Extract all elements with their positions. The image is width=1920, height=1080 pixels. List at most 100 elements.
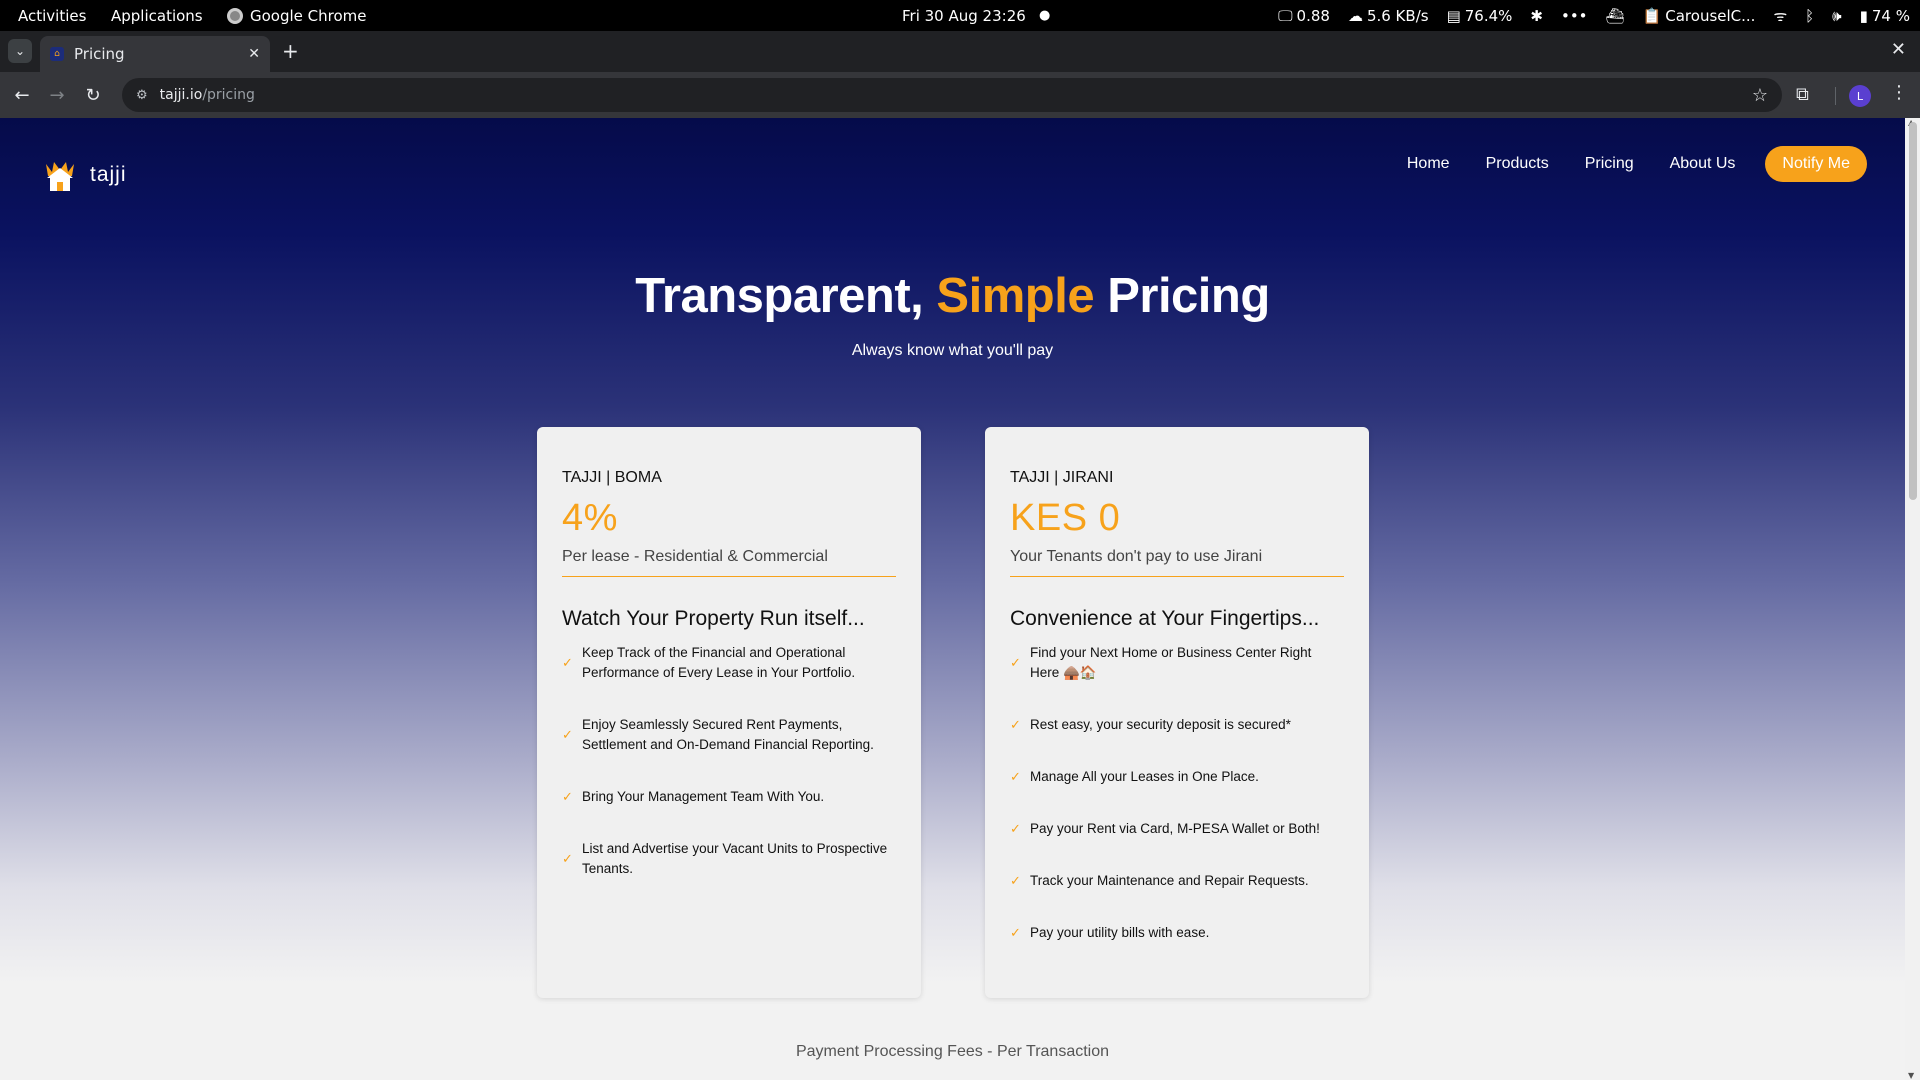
memory-value: 76.4% (1464, 6, 1513, 25)
url-host: tajji.io (159, 87, 203, 103)
feature-item: ✓ Rest easy, your security deposit is sec… (1010, 715, 1344, 735)
feature-text: Find your Next Home or Business Center R… (1030, 645, 1312, 680)
active-app-label: Google Chrome (250, 6, 367, 25)
network-speed-value: 5.6 KB/s (1366, 6, 1429, 25)
bookmark-star-icon[interactable]: ☆ (1752, 85, 1768, 106)
window-close-icon[interactable]: ✕ (1891, 39, 1906, 60)
site-navigation: Home Products Pricing About Us Notify Me (1407, 146, 1867, 182)
feature-item: ✓ Manage All your Leases in One Place. (1010, 767, 1344, 787)
url-path: /pricing (202, 87, 255, 103)
features-heading: Watch Your Property Run itself... (562, 607, 865, 630)
battery-indicator[interactable]: ▮ 74 % (1860, 7, 1910, 25)
site-favicon-icon: ⌂ (50, 47, 64, 61)
feature-text: Track your Maintenance and Repair Reques… (1030, 873, 1309, 888)
logo-text: tajji (90, 163, 127, 186)
page-viewport: tajji Home Products Pricing About Us Not… (0, 118, 1905, 1080)
browser-toolbar: ← → ↻ ⚙ tajji.io/pricing ☆ ⧉ L ⋮ (0, 72, 1920, 118)
clipboard-value: CarouselC... (1665, 6, 1756, 25)
feature-text: Keep Track of the Financial and Operatio… (582, 645, 856, 680)
memory-icon: ▤ (1446, 6, 1461, 25)
battery-icon: ▮ (1859, 6, 1868, 25)
feature-item: ✓ Keep Track of the Financial and Operati… (562, 643, 896, 683)
scroll-down-arrow-icon[interactable]: ▼ (1908, 1071, 1914, 1080)
browser-tab-pricing[interactable]: ⌂ Pricing ✕ (40, 36, 270, 72)
back-arrow-icon[interactable]: ← (9, 82, 35, 108)
checkmark-icon: ✓ (562, 655, 573, 670)
feature-item: ✓ Pay your Rent via Card, M-PESA Wallet o… (1010, 819, 1344, 839)
cpu-load-indicator[interactable]: 🖵 0.88 (1278, 7, 1330, 25)
clipboard-icon: 📋 (1642, 6, 1662, 25)
checkmark-icon: ✓ (1010, 769, 1021, 784)
checkmark-icon: ✓ (562, 727, 573, 742)
monitor-icon: 🖵 (1278, 6, 1293, 25)
extensions-puzzle-icon[interactable]: ⧉ (1796, 84, 1809, 105)
page-scrollbar[interactable]: ▲ ▼ (1905, 118, 1920, 1080)
applications-menu[interactable]: Applications (111, 0, 203, 31)
scrollbar-thumb[interactable] (1909, 122, 1917, 500)
feature-text: List and Advertise your Vacant Units to … (582, 841, 888, 876)
plan-name: TAJJI | BOMA (562, 469, 662, 486)
clock[interactable]: Fri 30 Aug 23:26 (902, 0, 1026, 31)
activities-button[interactable]: Activities (18, 0, 86, 31)
title-part-2: Pricing (1094, 269, 1270, 323)
plan-price-note: Your Tenants don't pay to use Jirani (1010, 548, 1344, 577)
active-app-indicator[interactable]: Google Chrome (227, 0, 367, 31)
chevron-down-icon: ⌄ (14, 44, 26, 58)
checkmark-icon: ✓ (1010, 717, 1021, 732)
bluetooth-icon[interactable]: ᛒ (1805, 7, 1814, 25)
wifi-icon[interactable]: ᯤ (1773, 6, 1787, 26)
feature-item: ✓ Pay your utility bills with ease. (1010, 923, 1344, 943)
memory-indicator[interactable]: ▤ 76.4% (1447, 7, 1513, 25)
notification-dot: ● (1039, 8, 1051, 23)
system-tray[interactable]: 🖵 0.88 ☁ 5.6 KB/s ▤ 76.4% ✱ ••• ⛴ 📋 Carousel… (1278, 0, 1910, 31)
feature-item: ✓ Enjoy Seamlessly Secured Rent Payments,… (562, 715, 896, 755)
feature-text: Bring Your Management Team With You. (582, 789, 825, 804)
clipboard-indicator[interactable]: 📋 CarouselC... (1643, 7, 1756, 25)
feature-list: ✓ Find your Next Home or Business Center … (1010, 643, 1344, 943)
feature-item: ✓ Find your Next Home or Business Center … (1010, 643, 1344, 683)
checkmark-icon: ✓ (1010, 873, 1021, 888)
plan-name: TAJJI | JIRANI (1010, 469, 1114, 486)
profile-avatar[interactable]: L (1849, 85, 1871, 107)
plan-price: 4% (562, 497, 618, 539)
feature-item: ✓ List and Advertise your Vacant Units to… (562, 839, 896, 879)
title-accent: Simple (936, 269, 1095, 323)
nav-link-about-us[interactable]: About Us (1670, 155, 1736, 173)
plan-price: KES 0 (1010, 497, 1121, 539)
site-logo[interactable]: tajji (44, 158, 127, 192)
page-title: Transparent, Simple Pricing (0, 268, 1905, 324)
system-top-bar: Activities Applications Google Chrome Fr… (0, 0, 1920, 31)
pricing-card-boma: TAJJI | BOMA 4% Per lease - Residential … (537, 427, 921, 998)
nav-link-home[interactable]: Home (1407, 155, 1450, 173)
browser-tab-strip: ⌄ ⌂ Pricing ✕ + ✕ (0, 31, 1920, 72)
checkmark-icon: ✓ (1010, 925, 1021, 940)
battery-value: 74 % (1871, 6, 1910, 25)
volume-icon[interactable]: 🕪 (1832, 7, 1841, 25)
forward-arrow-icon[interactable]: → (44, 82, 70, 108)
reload-icon[interactable]: ↻ (80, 82, 106, 108)
title-part-1: Transparent, (635, 269, 937, 323)
browser-menu-icon[interactable]: ⋮ (1890, 82, 1908, 103)
tab-close-icon[interactable]: ✕ (248, 46, 260, 62)
nav-link-pricing[interactable]: Pricing (1585, 155, 1634, 173)
house-logo-icon (46, 162, 74, 191)
notify-me-button[interactable]: Notify Me (1765, 146, 1867, 182)
network-speed-indicator[interactable]: ☁ 5.6 KB/s (1348, 7, 1429, 25)
nav-link-products[interactable]: Products (1486, 155, 1549, 173)
features-heading: Convenience at Your Fingertips... (1010, 607, 1320, 630)
slack-tray-icon[interactable]: ✱ (1530, 7, 1543, 25)
address-bar[interactable]: ⚙ tajji.io/pricing ☆ (122, 78, 1782, 112)
more-tray-icon[interactable]: ••• (1561, 7, 1588, 25)
checkmark-icon: ✓ (1010, 821, 1021, 836)
feature-text: Pay your utility bills with ease. (1030, 925, 1210, 940)
docker-tray-icon[interactable]: ⛴ (1606, 7, 1625, 25)
tab-search-button[interactable]: ⌄ (8, 39, 32, 63)
feature-item: ✓ Bring Your Management Team With You. (562, 787, 896, 807)
toolbar-divider (1835, 87, 1836, 105)
new-tab-plus-icon[interactable]: + (282, 39, 299, 63)
page-subtitle: Always know what you'll pay (851, 342, 1054, 359)
site-settings-icon[interactable]: ⚙ (136, 88, 148, 103)
feature-item: ✓ Track your Maintenance and Repair Reque… (1010, 871, 1344, 891)
chrome-icon (227, 7, 243, 24)
feature-text: Enjoy Seamlessly Secured Rent Payments, … (582, 717, 874, 752)
